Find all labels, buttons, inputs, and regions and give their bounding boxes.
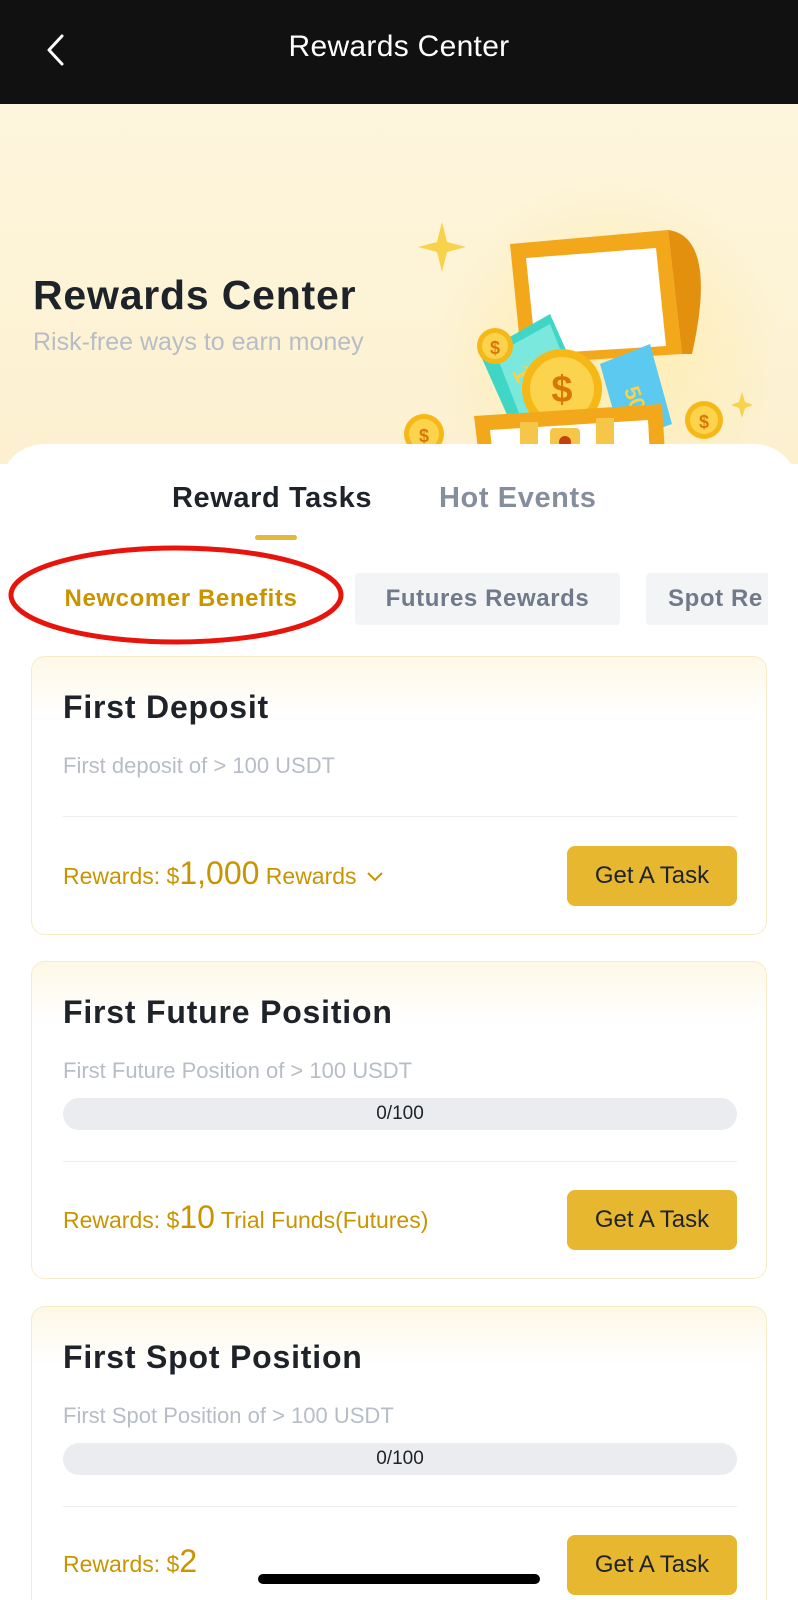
chevron-down-icon[interactable] [365, 870, 385, 884]
reward-line: Rewards: $2 [63, 1543, 197, 1580]
task-description: First Future Position of > 100 USDT [63, 1058, 413, 1083]
top-bar: Rewards Center [0, 0, 798, 104]
hero-banner: Rewards Center Risk-free ways to earn mo… [0, 104, 798, 464]
tab-reward-tasks[interactable]: Reward Tasks [172, 482, 372, 515]
reward-line: Rewards: $10 Trial Funds(Futures) [63, 1199, 428, 1236]
task-description: First Spot Position of > 100 USDT [63, 1403, 394, 1428]
reward-amount: 10 [179, 1199, 215, 1235]
reward-prefix: Rewards: $ [63, 863, 180, 889]
task-progress-bar: 0/100 [63, 1443, 737, 1475]
svg-text:$: $ [419, 426, 429, 446]
chip-futures-rewards[interactable]: Futures Rewards [355, 573, 620, 625]
get-task-button[interactable]: Get A Task [567, 846, 737, 906]
chip-spot-rewards[interactable]: Spot Re [646, 573, 776, 625]
svg-text:$: $ [699, 412, 709, 432]
hero-title: Rewards Center [33, 272, 357, 318]
task-card-first-spot-position: First Spot Position First Spot Position … [31, 1306, 767, 1600]
task-card-first-future-position: First Future Position First Future Posit… [31, 961, 767, 1279]
card-divider [63, 1506, 737, 1507]
svg-text:$: $ [551, 369, 572, 411]
reward-amount: 2 [179, 1543, 198, 1579]
task-title: First Deposit [63, 689, 269, 725]
reward-suffix: Trial Funds(Futures) [214, 1207, 429, 1233]
reward-line[interactable]: Rewards: $1,000 Rewards [63, 855, 385, 892]
reward-prefix: Rewards: $ [63, 1207, 180, 1233]
svg-text:$: $ [490, 338, 500, 358]
reward-prefix: Rewards: $ [63, 1551, 180, 1577]
treasure-chest-illustration: 1000 50 $ $ $ $ [404, 222, 753, 464]
hero-subtitle: Risk-free ways to earn money [33, 328, 364, 356]
task-card-first-deposit: First Deposit First deposit of > 100 USD… [31, 656, 767, 935]
reward-suffix: Rewards [259, 863, 357, 889]
home-indicator [258, 1574, 540, 1584]
card-divider [63, 1161, 737, 1162]
active-tab-indicator [255, 535, 297, 540]
page-title: Rewards Center [288, 30, 510, 63]
get-task-button[interactable]: Get A Task [567, 1535, 737, 1595]
task-title: First Future Position [63, 994, 393, 1030]
get-task-button[interactable]: Get A Task [567, 1190, 737, 1250]
reward-amount: 1,000 [179, 855, 260, 891]
chip-scroll-edge [768, 560, 798, 640]
card-divider [63, 816, 737, 817]
task-progress-bar: 0/100 [63, 1098, 737, 1130]
annotation-circle [8, 545, 344, 645]
task-title: First Spot Position [63, 1339, 363, 1375]
tab-hot-events[interactable]: Hot Events [439, 482, 596, 515]
task-description: First deposit of > 100 USDT [63, 753, 336, 778]
